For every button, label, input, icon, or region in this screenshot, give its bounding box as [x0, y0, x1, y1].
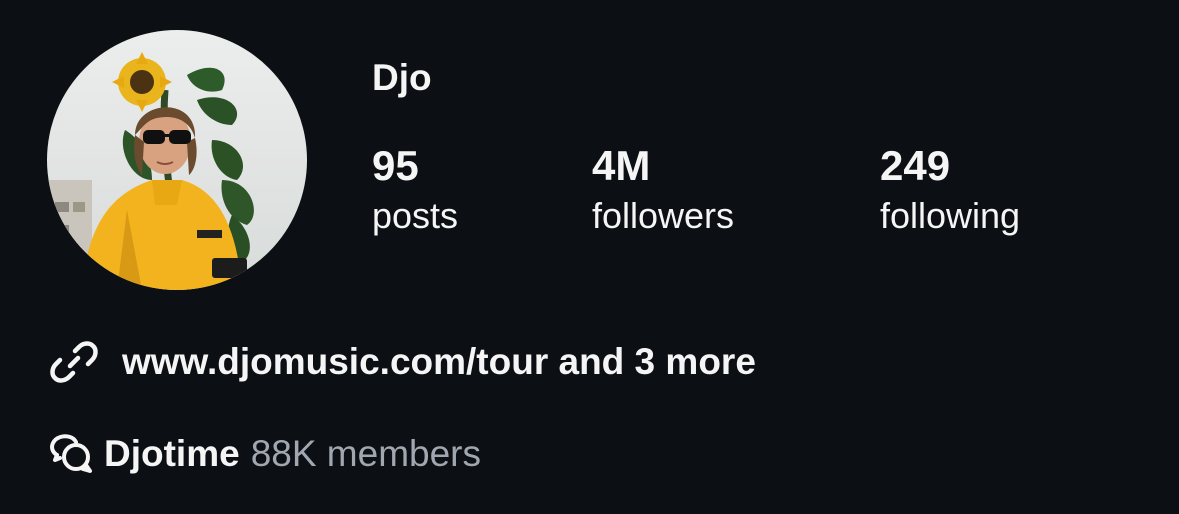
bio-link-text[interactable]: www.djomusic.com/tour and 3 more: [122, 341, 756, 383]
profile-username: Djo: [372, 57, 432, 98]
followers-label: followers: [592, 195, 735, 236]
following-label: following: [880, 195, 1021, 236]
stat-posts[interactable]: 95 posts: [372, 140, 458, 240]
chat-bubbles-icon: [48, 431, 94, 477]
bio-links[interactable]: www.djomusic.com/tour and 3 more: [48, 334, 756, 390]
followers-count: 4M: [592, 142, 651, 189]
following-count: 249: [880, 142, 951, 189]
channel-name[interactable]: Djotime: [104, 433, 240, 475]
stat-following[interactable]: 249 following: [880, 140, 1020, 240]
stat-followers[interactable]: 4M followers: [592, 140, 734, 240]
broadcast-channel[interactable]: Djotime 88K members: [48, 426, 481, 482]
posts-label: posts: [372, 195, 459, 236]
posts-count: 95: [372, 142, 419, 189]
avatar-photo: [47, 30, 307, 290]
link-icon: [48, 336, 100, 388]
profile-avatar[interactable]: [47, 30, 307, 290]
channel-member-count: 88K members: [250, 433, 481, 474]
